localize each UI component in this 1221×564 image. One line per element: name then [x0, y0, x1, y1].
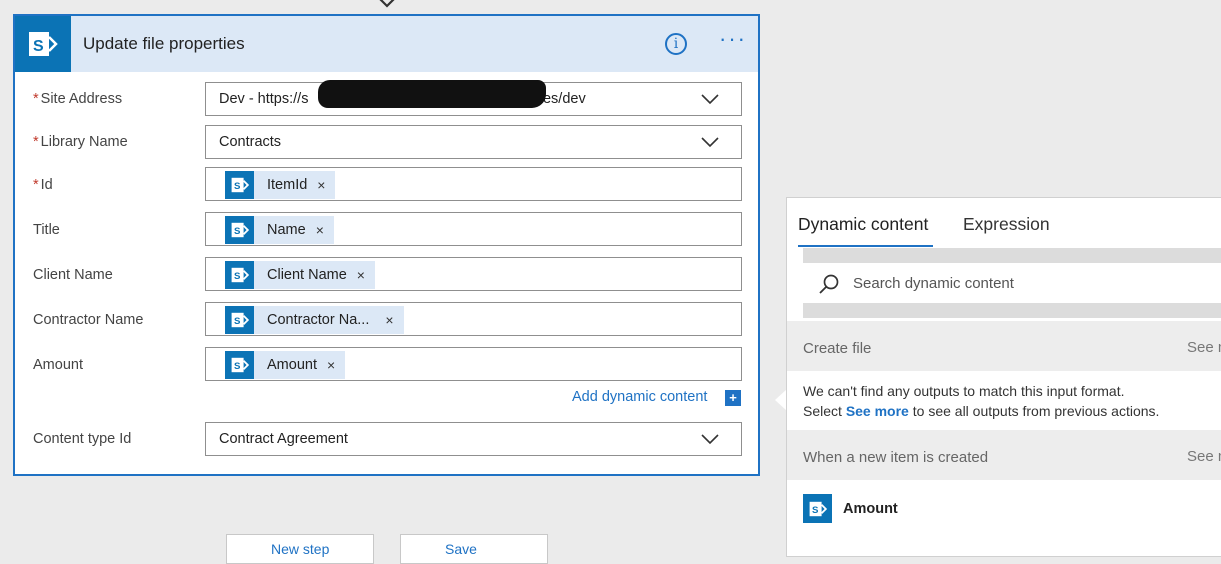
- svg-text:S: S: [234, 226, 241, 237]
- svg-text:S: S: [234, 316, 241, 327]
- card-title: Update file properties: [83, 34, 245, 53]
- chevron-down-icon[interactable]: [701, 136, 719, 148]
- remove-token-icon[interactable]: ×: [316, 222, 324, 238]
- id-label: * Id: [33, 177, 53, 193]
- connector-arrow-icon: [379, 0, 395, 8]
- token-label: Contractor Na...: [267, 312, 370, 328]
- tab-expression[interactable]: Expression: [963, 214, 1050, 235]
- more-options-icon[interactable]: ···: [717, 28, 749, 55]
- sharepoint-icon: S: [225, 351, 254, 379]
- library-name-dropdown[interactable]: Contracts: [205, 125, 742, 159]
- label-text: Site Address: [40, 91, 123, 107]
- remove-token-icon[interactable]: ×: [317, 177, 325, 193]
- required-marker: *: [33, 177, 39, 193]
- section-title: When a new item is created: [803, 449, 989, 466]
- chevron-down-icon[interactable]: [701, 93, 719, 105]
- add-dynamic-content-link[interactable]: Add dynamic content: [572, 389, 707, 405]
- sharepoint-icon: S: [225, 171, 254, 199]
- amount-input[interactable]: S Amount ×: [205, 347, 742, 381]
- dynamic-item-amount[interactable]: S Amount: [803, 494, 898, 523]
- id-input[interactable]: S ItemId ×: [205, 167, 742, 201]
- token-label: Amount: [267, 357, 317, 373]
- token-client-name[interactable]: S Client Name ×: [225, 261, 375, 289]
- required-marker: *: [33, 134, 39, 150]
- sharepoint-logo-icon: S: [15, 16, 71, 72]
- client-name-label: Client Name: [33, 267, 113, 283]
- card-header[interactable]: S Update file properties i ···: [15, 16, 758, 72]
- message-text: Select: [803, 403, 846, 419]
- contractor-name-label: Contractor Name: [33, 312, 144, 328]
- tab-dynamic-content[interactable]: Dynamic content: [798, 214, 928, 235]
- svg-text:S: S: [812, 505, 819, 516]
- save-button[interactable]: Save: [400, 534, 548, 564]
- info-icon[interactable]: i: [665, 33, 687, 55]
- remove-token-icon[interactable]: ×: [385, 312, 393, 328]
- section-new-item-created: When a new item is created See more: [787, 430, 1221, 480]
- svg-text:S: S: [33, 38, 44, 55]
- chevron-down-icon[interactable]: [701, 433, 719, 445]
- see-more-inline-link[interactable]: See more: [846, 403, 909, 419]
- active-tab-indicator: [798, 245, 933, 247]
- sharepoint-icon: S: [225, 306, 254, 334]
- token-label: Name: [267, 222, 306, 238]
- svg-text:S: S: [234, 271, 241, 282]
- content-type-id-label: Content type Id: [33, 431, 132, 447]
- svg-text:S: S: [234, 181, 241, 192]
- button-label: Save: [445, 541, 477, 557]
- remove-token-icon[interactable]: ×: [357, 267, 365, 283]
- sharepoint-icon: S: [225, 216, 254, 244]
- library-name-value: Contracts: [219, 134, 282, 150]
- update-file-properties-card: S Update file properties i ··· * Site Add…: [13, 14, 760, 476]
- search-placeholder: Search dynamic content: [853, 275, 1014, 292]
- remove-token-icon[interactable]: ×: [327, 357, 335, 373]
- search-icon: [819, 274, 839, 294]
- title-label: Title: [33, 222, 60, 238]
- token-name[interactable]: S Name ×: [225, 216, 334, 244]
- amount-label: Amount: [33, 357, 83, 373]
- contractor-name-input[interactable]: S Contractor Na... ×: [205, 302, 742, 336]
- content-type-id-value: Contract Agreement: [219, 431, 348, 447]
- add-dynamic-content-icon[interactable]: +: [725, 390, 741, 406]
- token-contractor-name[interactable]: S Contractor Na... ×: [225, 306, 404, 334]
- see-more-link[interactable]: See more: [1187, 448, 1221, 465]
- token-label: Client Name: [267, 267, 347, 283]
- required-marker: *: [33, 91, 39, 107]
- site-address-label: * Site Address: [33, 91, 122, 107]
- item-label: Amount: [843, 500, 898, 517]
- redaction-scribble: [318, 80, 546, 108]
- label-text: Library Name: [40, 134, 128, 150]
- token-itemid[interactable]: S ItemId ×: [225, 171, 336, 199]
- no-outputs-message: We can't find any outputs to match this …: [803, 383, 1125, 399]
- token-label: ItemId: [267, 177, 308, 193]
- library-name-label: * Library Name: [33, 134, 128, 150]
- message-text: to see all outputs from previous actions…: [908, 403, 1160, 419]
- client-name-input[interactable]: S Client Name ×: [205, 257, 742, 291]
- new-step-button[interactable]: New step: [226, 534, 374, 564]
- see-more-link[interactable]: See more: [1187, 339, 1221, 356]
- see-more-message: Select See more to see all outputs from …: [803, 403, 1159, 419]
- site-address-dropdown[interactable]: Dev - https://s/sites/dev: [205, 80, 742, 116]
- section-title: Create file: [803, 340, 872, 357]
- svg-text:S: S: [234, 361, 241, 372]
- sharepoint-icon: S: [803, 494, 832, 523]
- dynamic-content-panel: Dynamic content Expression Search dynami…: [786, 197, 1221, 557]
- label-text: Id: [40, 177, 53, 193]
- title-input[interactable]: S Name ×: [205, 212, 742, 246]
- content-type-id-dropdown[interactable]: Contract Agreement: [205, 422, 742, 456]
- site-address-prefix: Dev - https://s: [219, 91, 309, 107]
- token-amount[interactable]: S Amount ×: [225, 351, 346, 379]
- section-create-file: Create file See more: [787, 321, 1221, 371]
- sharepoint-icon: S: [225, 261, 254, 289]
- button-label: New step: [271, 541, 330, 557]
